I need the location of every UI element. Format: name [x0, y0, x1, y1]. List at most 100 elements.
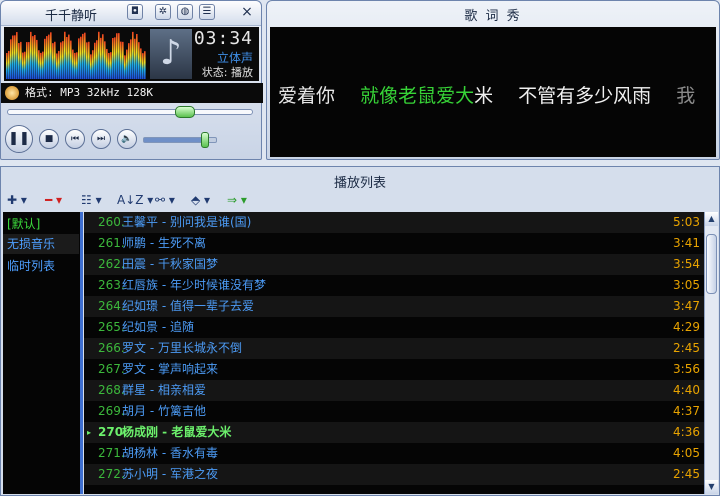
playlist-window: 播放列表 ✚ ▾ ━ ▾ ☷ ▾ A↓Z ▾ ⚯ ▾ ⬘ ▾ ⇒ ▾ [默认] … [0, 166, 720, 496]
track-title: 胡杨林 - 香水有毒 [122, 446, 218, 460]
track-title: 师鹏 - 生死不离 [122, 236, 206, 250]
track-row[interactable]: 260. 王馨平 - 别问我是谁(国) 5:03 [84, 212, 704, 233]
track-row[interactable]: 262. 田震 - 千秋家国梦 3:54 [84, 254, 704, 275]
scroll-down-icon[interactable]: ▼ [705, 480, 718, 494]
spectrum-bar [128, 43, 130, 79]
track-row[interactable]: 261. 师鹏 - 生死不离 3:41 [84, 233, 704, 254]
playlist-toggle-icon[interactable]: ☰ [199, 4, 215, 20]
spectrum-bar [134, 38, 136, 79]
spectrum-bar [36, 39, 38, 79]
track-duration: 4:29 [673, 320, 700, 334]
playlist-groups: [默认] 无损音乐 临时列表 [3, 212, 81, 494]
app-title: 千千静听 [45, 9, 98, 24]
spectrum-bar [132, 31, 134, 79]
spectrum-bar [42, 51, 44, 79]
time-display[interactable]: 03:34 [194, 28, 253, 49]
spectrum-bar [74, 52, 76, 79]
track-row[interactable]: 268. 群星 - 相亲相爱 4:40 [84, 380, 704, 401]
track-number: 266. [98, 341, 125, 355]
sort-icon[interactable]: A↓Z ▾ [117, 191, 153, 209]
track-row[interactable]: 272. 苏小明 - 军港之夜 2:45 [84, 464, 704, 485]
spectrum-bar [26, 42, 28, 79]
spectrum-bar [88, 41, 90, 79]
spectrum-bar [110, 52, 112, 79]
volume-thumb[interactable] [201, 132, 210, 148]
edit-icon[interactable]: ⬘ ▾ [191, 191, 210, 209]
spectrum-bar [22, 52, 24, 79]
track-row[interactable]: 271. 胡杨林 - 香水有毒 4:05 [84, 443, 704, 464]
remove-icon[interactable]: ━ ▾ [45, 191, 62, 209]
track-number: 264. [98, 299, 125, 313]
spectrum-bar [20, 41, 22, 79]
playlist-title: 播放列表 [333, 176, 386, 191]
spectrum-bar [100, 37, 102, 79]
sidebar-splitter[interactable] [80, 212, 83, 494]
spectrum-bar [104, 41, 106, 79]
visualizer-display: ♪ 03:34 立体声 状态: 播放 [4, 27, 259, 81]
track-row[interactable]: 267. 罗文 - 掌声响起来 3:56 [84, 359, 704, 380]
track-row[interactable]: 263. 红唇族 - 年少时候谁没有梦 3:05 [84, 275, 704, 296]
playlist-scrollbar[interactable]: ▲ ▼ [704, 212, 718, 494]
spectrum-bar [48, 34, 50, 79]
lyrics-panel[interactable]: 爱着你 就像老鼠爱大米 不管有多少风雨 我 [270, 27, 716, 157]
track-row[interactable]: 269. 胡月 - 竹篱吉他 4:37 [84, 401, 704, 422]
track-row[interactable]: 265. 纪如景 - 追随 4:29 [84, 317, 704, 338]
spectrum-bar [136, 33, 138, 79]
scroll-up-icon[interactable]: ▲ [705, 212, 718, 226]
spectrum-bar [82, 33, 84, 79]
scroll-thumb[interactable] [706, 234, 717, 294]
compact-mode-icon[interactable]: ◘ [127, 4, 143, 20]
track-list: 260. 王馨平 - 别问我是谁(国) 5:03 261. 师鹏 - 生死不离 3:41 2… [84, 212, 704, 494]
spectrum-bar [62, 41, 64, 79]
spectrum-bar [76, 52, 78, 79]
player-titlebar[interactable]: 千千静听 ◘ ✲ ◍ ☰ × [1, 1, 261, 26]
current-track-row[interactable]: ▸ 270. 杨成刚 - 老鼠爱大米 4:36 [84, 422, 704, 443]
format-text: 格式: MP3 32kHz 128K [25, 86, 153, 99]
spectrum-bar [70, 40, 72, 79]
spectrum-bar [78, 38, 80, 79]
find-icon[interactable]: ⚯ ▾ [155, 191, 175, 209]
volume-slider[interactable] [143, 132, 217, 148]
now-playing-icon: ▸ [87, 428, 92, 437]
spectrum-bar [66, 36, 68, 79]
spectrum-bar [60, 42, 62, 79]
mute-button[interactable]: 🔈 [117, 129, 137, 149]
equalizer-icon[interactable]: ◍ [177, 4, 193, 20]
pause-button[interactable]: ❚❚ [5, 125, 33, 153]
mode-icon[interactable]: ⇒ ▾ [227, 191, 247, 209]
spectrum-bar [72, 49, 74, 79]
visual-effects-icon[interactable]: ✲ [155, 4, 171, 20]
spectrum-bar [50, 32, 52, 79]
progress-bar[interactable] [7, 106, 253, 118]
spectrum-bar [58, 50, 60, 79]
next-button[interactable]: ⏭ [91, 129, 111, 149]
spectrum-bar [44, 38, 46, 79]
list-icon[interactable]: ☷ ▾ [81, 191, 102, 209]
track-row[interactable]: 264. 纪如璟 - 值得一辈子去爱 3:47 [84, 296, 704, 317]
group-temporary[interactable]: 临时列表 [3, 256, 79, 276]
stop-button[interactable]: ■ [39, 129, 59, 149]
progress-thumb[interactable] [175, 106, 196, 118]
lyric-current-remaining: 米 [474, 85, 494, 107]
track-title: 苏小明 - 军港之夜 [122, 467, 218, 481]
track-title: 胡月 - 竹篱吉他 [122, 404, 206, 418]
group-lossless[interactable]: 无损音乐 [3, 234, 79, 254]
close-icon[interactable]: × [239, 4, 255, 20]
playback-status: 状态: 播放 [201, 66, 253, 79]
track-title: 王馨平 - 别问我是谁(国) [122, 215, 252, 229]
track-number: 271. [98, 446, 125, 460]
album-cover[interactable]: ♪ [150, 29, 192, 79]
lyrics-window: 歌 词 秀 爱着你 就像老鼠爱大米 不管有多少风雨 我 [266, 0, 720, 160]
spectrum-bar [14, 35, 16, 79]
previous-button[interactable]: ⏮ [65, 129, 85, 149]
group-default[interactable]: [默认] [3, 214, 79, 234]
spectrum-bar [12, 35, 14, 79]
spectrum-bar [54, 41, 56, 79]
spectrum-bar [138, 42, 140, 79]
track-duration: 5:03 [673, 215, 700, 229]
spectrum-bar [122, 41, 124, 79]
add-icon[interactable]: ✚ ▾ [7, 191, 27, 209]
track-duration: 3:41 [673, 236, 700, 250]
spectrum-bar [130, 39, 132, 79]
track-row[interactable]: 266. 罗文 - 万里长城永不倒 2:45 [84, 338, 704, 359]
